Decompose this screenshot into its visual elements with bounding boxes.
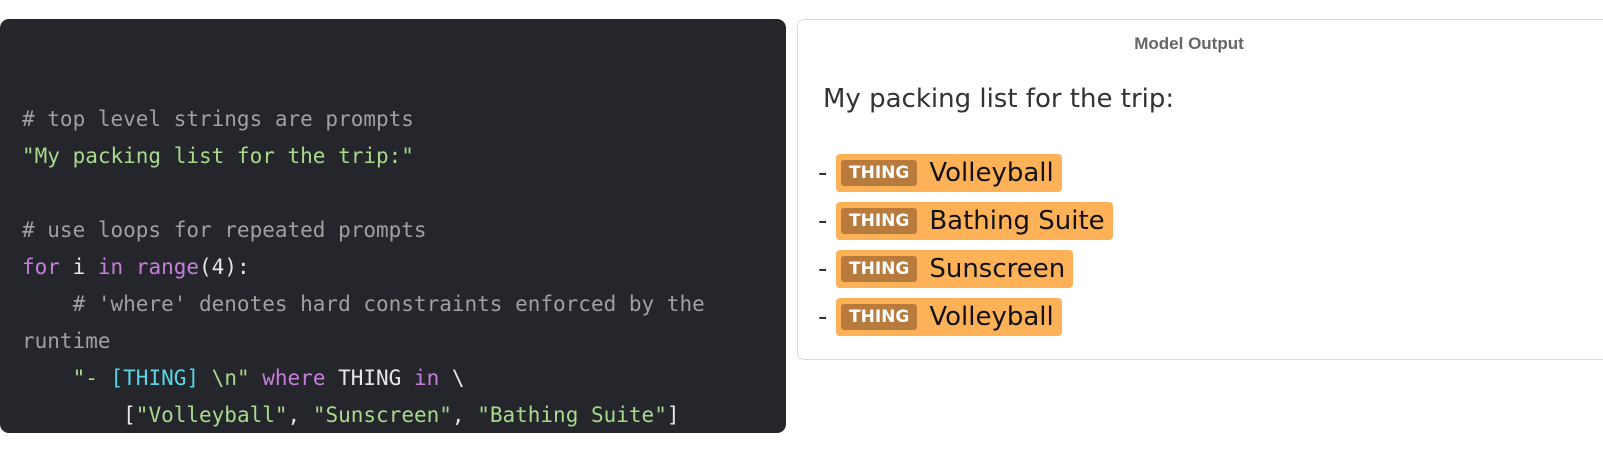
code-text: , [287, 403, 313, 427]
thing-chip: THING Volleyball [836, 154, 1062, 192]
thing-chip: THING Bathing Suite [836, 202, 1113, 240]
thing-value: Volleyball [929, 302, 1054, 332]
code-line: for i in range(4): [22, 249, 786, 286]
string: \n" [199, 366, 250, 390]
string: "Volleyball" [135, 403, 288, 427]
code-text: \ [439, 366, 465, 390]
keyword: range [123, 255, 200, 279]
model-output-card: Model Output My packing list for the tri… [797, 19, 1603, 360]
code-text: THING [325, 366, 414, 390]
code-line: # top level strings are prompts [22, 107, 414, 131]
dash: - [818, 302, 828, 332]
dash: - [818, 254, 828, 284]
code-text: (4): [199, 255, 250, 279]
keyword: in [97, 255, 124, 279]
thing-label: THING [841, 256, 918, 282]
thing-label: THING [841, 208, 918, 234]
thing-chip: THING Sunscreen [836, 250, 1074, 288]
card-title: Model Output [1134, 34, 1244, 53]
code-line: # use loops for repeated prompts [22, 218, 427, 242]
dash: - [818, 206, 828, 236]
list-item: - THING Sunscreen [818, 250, 1074, 288]
dash: - [818, 158, 828, 188]
string: "Bathing Suite" [477, 403, 667, 427]
code-line: ["Volleyball", "Sunscreen", "Bathing Sui… [22, 397, 786, 434]
prompt-text: My packing list for the trip: [823, 84, 1175, 114]
keyword: in [413, 366, 440, 390]
code-line: runtime [22, 329, 111, 353]
keyword: for [22, 255, 60, 279]
keyword: where [249, 366, 326, 390]
thing-value: Sunscreen [929, 254, 1066, 284]
thing-label: THING [841, 304, 918, 330]
code-line: "- [THING] \n" where THING in \ [22, 360, 786, 397]
code-text: i [59, 255, 98, 279]
thing-chip: THING Volleyball [836, 298, 1062, 336]
template-var: [THING] [110, 366, 200, 390]
code-text: [ [22, 403, 136, 427]
list-item: - THING Volleyball [818, 154, 1062, 192]
code-line: # 'where' denotes hard constraints enfor… [22, 292, 705, 316]
string: "Sunscreen" [312, 403, 452, 427]
code-line: "My packing list for the trip:" [22, 144, 414, 168]
list-item: - THING Volleyball [818, 298, 1062, 336]
thing-value: Volleyball [929, 158, 1054, 188]
string: "- [72, 366, 111, 390]
thing-value: Bathing Suite [929, 206, 1105, 236]
code-text: , [451, 403, 478, 427]
thing-label: THING [841, 160, 918, 186]
code-text: ] [666, 403, 680, 427]
code-panel: # top level strings are prompts "My pack… [0, 19, 786, 433]
list-item: - THING Bathing Suite [818, 202, 1113, 240]
